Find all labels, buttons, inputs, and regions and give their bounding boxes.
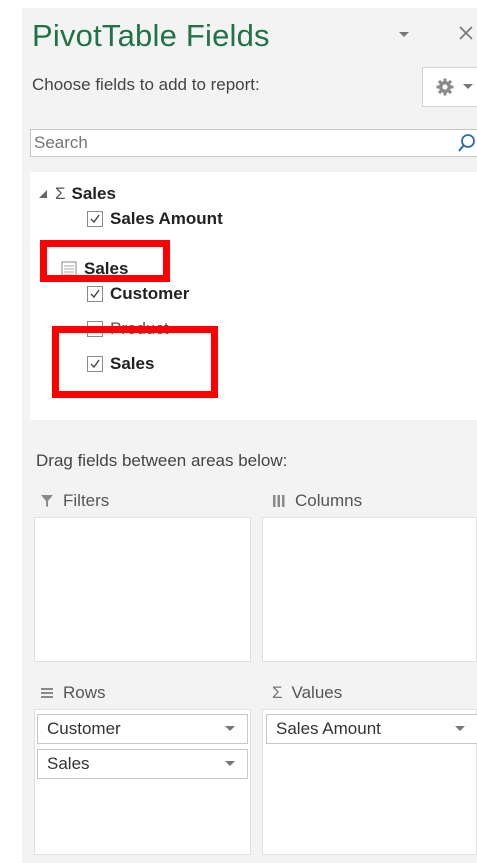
close-button[interactable] — [454, 22, 477, 46]
table-icon — [61, 261, 77, 277]
field-item-product[interactable]: Product — [87, 319, 169, 339]
measure-group-row[interactable]: Σ Sales — [38, 184, 116, 204]
checkmark-icon — [90, 214, 100, 224]
rows-item-customer[interactable]: Customer — [37, 714, 248, 744]
rows-area-header: Rows — [40, 683, 106, 703]
checkbox-sales[interactable] — [87, 356, 103, 372]
field-item-sales-amount[interactable]: Sales Amount — [87, 209, 223, 229]
values-area-header: Σ Values — [272, 683, 342, 703]
rows-item-label: Customer — [47, 719, 121, 738]
columns-area-label: Columns — [295, 491, 363, 510]
chevron-down-icon[interactable] — [225, 761, 235, 767]
table-group-label: Sales — [84, 259, 129, 278]
pane-options-button[interactable] — [394, 26, 414, 44]
gear-icon — [436, 78, 454, 96]
pivottable-fields-pane: PivotTable Fields Choose fields to add t… — [22, 8, 477, 863]
columns-drop-zone[interactable] — [262, 517, 477, 662]
field-item-customer[interactable]: Customer — [87, 284, 189, 304]
field-list: Σ Sales Sales Amount Sales Customer Prod… — [30, 172, 477, 420]
table-group-row[interactable]: Sales — [61, 259, 128, 279]
rows-icon — [41, 688, 53, 698]
field-settings-button[interactable] — [422, 67, 477, 107]
filters-area-header: Filters — [40, 491, 109, 511]
values-item-sales-amount[interactable]: Sales Amount — [266, 714, 477, 744]
chevron-down-icon[interactable] — [225, 726, 235, 732]
measure-group-label: Sales — [71, 184, 116, 203]
checkmark-icon — [90, 289, 100, 299]
field-label: Product — [110, 319, 169, 338]
search-icon[interactable] — [457, 133, 477, 153]
drag-fields-label: Drag fields between areas below: — [36, 451, 288, 470]
rows-item-label: Sales — [47, 754, 90, 773]
sigma-icon: Σ — [272, 683, 283, 702]
filter-icon — [41, 495, 53, 507]
field-label: Sales — [110, 354, 155, 373]
values-drop-zone[interactable]: Sales Amount — [262, 709, 477, 855]
rows-area-label: Rows — [63, 683, 106, 702]
filters-drop-zone[interactable] — [34, 517, 251, 662]
pane-title: PivotTable Fields — [32, 18, 270, 53]
filters-area-label: Filters — [63, 491, 110, 510]
checkbox-sales-amount[interactable] — [87, 211, 103, 227]
values-item-label: Sales Amount — [276, 719, 381, 738]
values-area-label: Values — [291, 683, 343, 702]
field-label: Sales Amount — [110, 209, 223, 228]
triangle-expanded-icon[interactable] — [38, 189, 48, 199]
chevron-down-icon — [399, 32, 409, 37]
columns-icon — [273, 495, 285, 507]
rows-drop-zone[interactable]: Customer Sales — [34, 709, 251, 855]
columns-area-header: Columns — [272, 491, 362, 511]
field-label: Customer — [110, 284, 190, 303]
sigma-icon: Σ — [55, 184, 66, 203]
search-input[interactable] — [34, 132, 444, 154]
field-item-sales[interactable]: Sales — [87, 354, 154, 374]
choose-fields-label: Choose fields to add to report: — [32, 75, 260, 94]
chevron-down-icon — [463, 84, 473, 89]
checkbox-product[interactable] — [87, 321, 103, 337]
checkbox-customer[interactable] — [87, 286, 103, 302]
rows-item-sales[interactable]: Sales — [37, 749, 248, 779]
close-icon — [459, 26, 473, 40]
chevron-down-icon[interactable] — [455, 726, 465, 732]
checkmark-icon — [90, 359, 100, 369]
search-box[interactable] — [30, 129, 477, 157]
